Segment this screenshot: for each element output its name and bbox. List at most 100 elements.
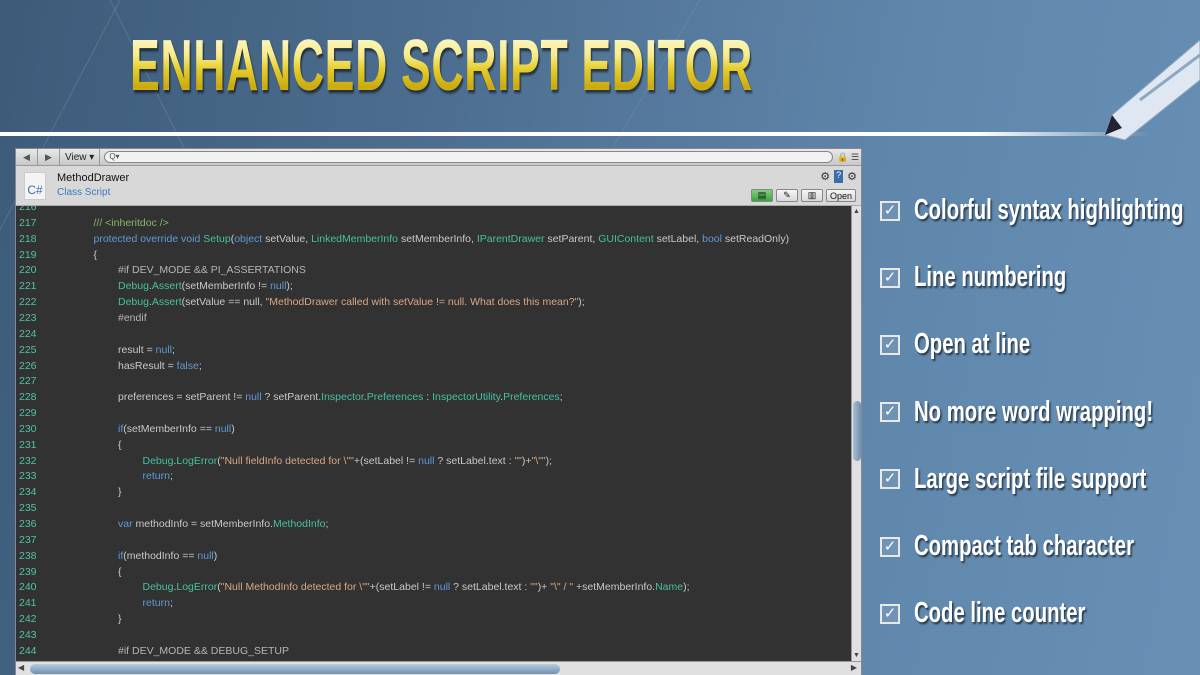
code-token: MethodInfo — [272, 518, 326, 530]
line-number: 218 — [19, 232, 37, 245]
page-title: ENHANCED SCRIPT EDITOR — [130, 26, 753, 106]
code-text: if(methodInfo == null) — [118, 548, 217, 564]
code-token: null — [270, 280, 287, 293]
feature-label: Code line counter — [914, 597, 1086, 630]
code-token: } — [118, 486, 122, 499]
code-area[interactable]: 216 217 /// <inheritdoc /> 218 protected ove… — [16, 206, 851, 661]
code-token: #if DEV_MODE && PI_ASSERTATIONS — [118, 264, 306, 277]
code-text: { — [94, 247, 98, 263]
lock-icon[interactable]: 🔒 — [837, 152, 849, 163]
code-token: #if DEV_MODE && DEBUG_SETUP — [118, 644, 289, 657]
triangle-right-icon: ▶ — [45, 151, 52, 162]
scroll-down-icon[interactable]: ▼ — [853, 652, 860, 659]
vertical-scrollbar[interactable]: ▲ ▼ — [851, 206, 861, 661]
inspector-header: C# MethodDrawer Class Script ⚙ ? ⚙ ▤ ✎ ▥… — [16, 166, 861, 206]
code-token: null — [155, 343, 173, 356]
checkbox-checked-icon: ✓ — [880, 200, 900, 221]
code-token: setReadOnly) — [721, 232, 790, 245]
debug-gear-icon[interactable]: ⚙ — [820, 170, 830, 183]
code-token: : — [423, 391, 433, 404]
help-icon[interactable]: ? — [834, 170, 844, 183]
code-token: "\" / " — [550, 581, 574, 594]
code-token: } — [118, 613, 122, 626]
checkbox-checked-icon: ✓ — [880, 402, 900, 423]
code-token: ; — [169, 470, 173, 483]
code-token: Assert — [151, 280, 182, 293]
code-token: methodInfo = setMemberInfo. — [132, 518, 273, 530]
code-token: (setMemberInfo != — [181, 280, 271, 293]
line-number: 229 — [19, 407, 37, 420]
line-number: 225 — [19, 343, 37, 356]
checkbox-checked-icon: ✓ — [880, 536, 900, 557]
code-text: Debug.Assert(setValue == null, "MethodDr… — [118, 294, 585, 310]
scroll-up-icon[interactable]: ▲ — [853, 208, 860, 215]
line-number: 224 — [19, 327, 37, 340]
line-number: 235 — [19, 502, 37, 515]
code-text: #if DEV_MODE && PI_ASSERTATIONS — [118, 262, 306, 278]
divider — [0, 132, 1150, 136]
line-number: 217 — [19, 216, 37, 229]
code-token: null — [197, 549, 214, 562]
view-label: View — [65, 151, 87, 163]
code-token: "Null MethodInfo detected for \"" — [220, 581, 370, 594]
code-token: ); — [545, 454, 553, 467]
code-token: setMemberInfo, — [398, 232, 477, 245]
line-number: 227 — [19, 375, 37, 388]
feature-label: Open at line — [914, 328, 1031, 361]
code-token: null — [214, 422, 232, 435]
line-number: 228 — [19, 391, 37, 404]
code-token: Preferences — [503, 391, 560, 404]
code-token: ? setLabel.text : — [450, 581, 531, 594]
feature-item: ✓ Colorful syntax highlighting — [880, 194, 1200, 227]
open-button[interactable]: Open — [825, 189, 856, 202]
code-token: ? setLabel.text : — [434, 454, 515, 467]
script-editor-window: ◀ ▶ View ▾ Q▾ 🔒 ☰ C# MethodDrawer Class … — [15, 148, 862, 675]
edit-button[interactable]: ✎ — [775, 189, 798, 202]
forward-button[interactable]: ▶ — [38, 149, 60, 165]
code-text: } — [118, 611, 122, 627]
code-token: Debug — [118, 296, 149, 309]
code-token: "" — [514, 454, 522, 467]
scroll-right-icon[interactable]: ▶ — [851, 663, 857, 672]
code-token: ; — [325, 518, 329, 530]
line-number: 234 — [19, 486, 37, 499]
code-token: GUIContent — [598, 232, 654, 245]
checkbox-checked-icon: ✓ — [880, 267, 900, 288]
scroll-left-icon[interactable]: ◀ — [18, 663, 24, 672]
code-token: ); — [286, 280, 293, 293]
search-input[interactable]: Q▾ — [104, 151, 833, 163]
back-button[interactable]: ◀ — [16, 149, 38, 165]
code-token: +(setLabel != — [353, 454, 419, 467]
line-number: 242 — [19, 613, 37, 626]
checkbox-checked-icon: ✓ — [880, 603, 900, 624]
code-token: "Null fieldInfo detected for \"" — [220, 454, 354, 467]
code-token: Name — [655, 581, 684, 594]
horizontal-scrollbar[interactable]: ◀ ▶ — [16, 661, 861, 675]
line-number: 232 — [19, 454, 37, 467]
code-token: var — [118, 518, 133, 530]
pen-icon — [1104, 40, 1200, 141]
code-token: +(setLabel != — [369, 581, 434, 594]
code-token: null — [245, 391, 262, 404]
code-token: ; — [559, 391, 563, 404]
settings-gear-icon[interactable]: ⚙ — [847, 170, 857, 183]
vertical-scroll-thumb[interactable] — [853, 401, 861, 461]
line-number: 230 — [19, 422, 37, 435]
feature-label: Colorful syntax highlighting — [914, 194, 1184, 226]
line-number: 221 — [19, 280, 37, 293]
line-number: 243 — [19, 628, 37, 641]
view-dropdown[interactable]: View ▾ — [60, 149, 101, 165]
code-token: { — [93, 248, 98, 261]
horizontal-scroll-thumb[interactable] — [30, 664, 560, 674]
file-type: Class Script — [57, 187, 111, 198]
window-menu-icon[interactable]: ☰ — [849, 152, 861, 163]
code-token: false — [176, 359, 199, 372]
line-number: 219 — [19, 248, 37, 261]
code-token: (setValue == null, — [181, 296, 266, 309]
code-view-button[interactable]: ▤ — [750, 189, 773, 202]
code-text: return; — [143, 468, 173, 484]
document-button[interactable]: ▥ — [800, 189, 823, 202]
code-text: Debug.LogError("Null fieldInfo detected … — [143, 453, 553, 469]
line-number: 236 — [19, 518, 37, 530]
feature-item: ✓ Compact tab character — [880, 530, 1200, 563]
